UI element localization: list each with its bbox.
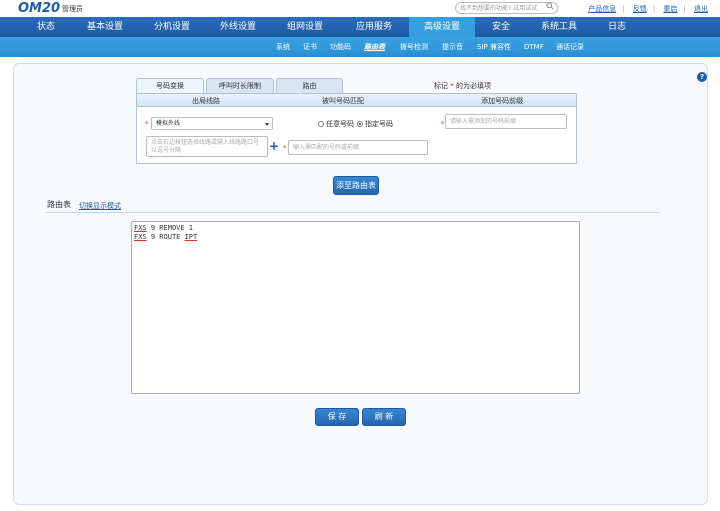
- nav-basic-settings[interactable]: 基本设置: [73, 17, 137, 37]
- subnav-route-table[interactable]: 路由表: [364, 37, 385, 57]
- required-star: *: [441, 120, 445, 128]
- nav-system-tools[interactable]: 系统工具: [527, 17, 591, 37]
- toggle-display-mode-link[interactable]: 切换显示模式: [79, 201, 121, 211]
- subnav-sip-compat[interactable]: SIP 兼容性: [477, 37, 511, 57]
- radio-any-number[interactable]: 任意号码: [318, 119, 354, 129]
- nav-logs[interactable]: 日志: [592, 17, 642, 37]
- subnav-certificate[interactable]: 证书: [303, 37, 317, 57]
- route-line: FXS 9 REMOVE 1: [134, 224, 194, 232]
- search-icon[interactable]: [546, 2, 554, 10]
- route-line: FXS 9 ROUTE IPT: [134, 233, 198, 241]
- col-outgoing-line: 出局线路: [192, 97, 220, 105]
- tab-number-transform[interactable]: 号码变换: [136, 78, 204, 93]
- required-star: *: [145, 120, 149, 128]
- top-links: 产品信息 | 反馈 | 重启 | 退出: [588, 5, 708, 13]
- subnav-dial-detection[interactable]: 拨号检测: [400, 37, 428, 57]
- prefix-input[interactable]: 请输入需添加的号码前缀: [445, 114, 567, 129]
- subnav-feature-code[interactable]: 功能码: [330, 37, 351, 57]
- subnav-prompt-tone[interactable]: 提示音: [442, 37, 463, 57]
- radio-specific-number[interactable]: 指定号码: [357, 119, 393, 129]
- subnav-system[interactable]: 系统: [276, 37, 290, 57]
- line-input[interactable]: 点击右边按钮选择线路或输入线路路口号以逗号分隔: [146, 136, 268, 157]
- chevron-down-icon: [265, 123, 269, 126]
- divider: [46, 212, 660, 213]
- main-nav: 状态 基本设置 分机设置 外线设置 组网设置 应用服务 高级设置 安全 系统工具…: [0, 17, 720, 37]
- tab-call-duration-limit[interactable]: 呼叫时长限制: [206, 78, 274, 93]
- nav-app-services[interactable]: 应用服务: [340, 17, 408, 37]
- outgoing-line-value: 模拟外线: [156, 120, 181, 127]
- sub-nav: 系统 证书 功能码 路由表 拨号检测 提示音 SIP 兼容性 DTMF 通话记录: [0, 37, 720, 57]
- radio-any-dot[interactable]: [318, 121, 324, 127]
- match-number-input[interactable]: 输入需匹配的号码或前缀: [288, 140, 428, 155]
- product-info-link[interactable]: 产品信息: [588, 5, 616, 13]
- col-called-number-match: 被叫号码匹配: [322, 97, 364, 105]
- nav-security[interactable]: 安全: [476, 17, 526, 37]
- save-button[interactable]: 保 存: [315, 408, 359, 426]
- tab-route[interactable]: 路由: [276, 78, 343, 93]
- nav-advanced-settings[interactable]: 高级设置: [409, 17, 475, 37]
- search-input[interactable]: 找不到想要的功能? 试用试试: [455, 2, 558, 14]
- route-table-textarea[interactable]: FXS 9 REMOVE 1 FXS 9 ROUTE IPT: [131, 221, 580, 394]
- nav-status[interactable]: 状态: [14, 17, 78, 37]
- subnav-call-records[interactable]: 通话记录: [556, 37, 584, 57]
- refresh-button[interactable]: 刷 新: [362, 408, 406, 426]
- logout-link[interactable]: 退出: [694, 5, 708, 13]
- subnav-dtmf[interactable]: DTMF: [524, 37, 544, 57]
- add-to-route-table-button[interactable]: 添至路由表: [333, 176, 379, 195]
- top-bar: OM20 管理员 找不到想要的功能? 试用试试 产品信息 | 反馈 | 重启 | 退出: [0, 0, 720, 17]
- required-star: *: [283, 144, 287, 152]
- required-note: 标记 * 的为必填项: [434, 82, 491, 90]
- add-line-plus-icon[interactable]: +: [269, 140, 279, 152]
- nav-trunk-settings[interactable]: 外线设置: [206, 17, 270, 37]
- feedback-link[interactable]: 反馈: [633, 5, 647, 13]
- om20-logo: OM20: [18, 1, 61, 16]
- col-add-prefix: 添加号码前缀: [481, 97, 523, 105]
- nav-network-settings[interactable]: 组网设置: [273, 17, 337, 37]
- reboot-link[interactable]: 重启: [663, 5, 677, 13]
- route-table-label: 路由表: [47, 200, 71, 209]
- help-icon[interactable]: ?: [697, 72, 707, 82]
- outgoing-line-select[interactable]: 模拟外线: [151, 117, 273, 130]
- radio-specific-dot[interactable]: [357, 121, 363, 127]
- form-header: 出局线路 被叫号码匹配 添加号码前缀: [137, 94, 576, 107]
- user-role: 管理员: [62, 5, 83, 13]
- nav-extension-settings[interactable]: 分机设置: [140, 17, 204, 37]
